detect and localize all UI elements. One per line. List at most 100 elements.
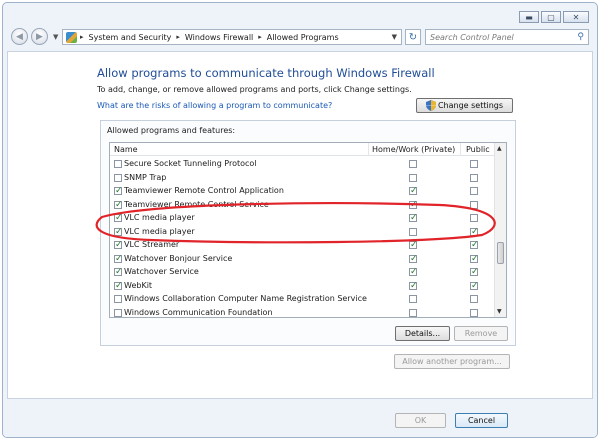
program-name: Watchover Bonjour Service <box>124 253 233 263</box>
public-checkbox[interactable] <box>470 295 478 303</box>
column-header-home-work[interactable]: Home/Work (Private) <box>372 145 455 154</box>
program-enabled-checkbox[interactable] <box>114 226 123 238</box>
home-work-checkbox[interactable] <box>409 160 417 168</box>
public-checkbox[interactable] <box>470 200 478 209</box>
list-scrollbar[interactable]: ▲ ▼ <box>494 143 506 317</box>
program-name: Windows Collaboration Computer Name Regi… <box>124 294 367 303</box>
table-row[interactable]: Teamviewer Remote Control Application <box>110 185 496 199</box>
remove-button[interactable]: Remove <box>454 326 508 341</box>
table-row[interactable]: Watchover Service <box>110 266 496 280</box>
details-button[interactable]: Details... <box>395 326 450 341</box>
column-header-public[interactable]: Public <box>466 145 490 154</box>
program-enabled-checkbox[interactable] <box>114 253 123 265</box>
public-checkbox[interactable] <box>470 280 479 292</box>
main-content: Allow programs to communicate through Wi… <box>7 51 593 399</box>
public-checkbox[interactable] <box>470 214 478 222</box>
back-arrow-icon: ◀ <box>16 31 23 42</box>
breadcrumb-allowed-programs[interactable]: Allowed Programs <box>267 33 339 42</box>
public-checkbox[interactable] <box>470 253 479 265</box>
program-enabled-checkbox[interactable] <box>114 160 122 168</box>
home-work-checkbox[interactable] <box>409 173 417 182</box>
breadcrumb-windows-firewall[interactable]: Windows Firewall <box>185 33 253 42</box>
table-row[interactable]: WebKit <box>110 280 496 294</box>
table-row[interactable]: Windows Communication Foundation <box>110 307 496 318</box>
program-enabled-checkbox[interactable] <box>114 239 123 251</box>
home-work-checkbox[interactable] <box>409 308 417 317</box>
breadcrumb-separator-icon[interactable]: ▸ <box>258 33 262 41</box>
table-row[interactable]: Teamviewer Remote Control Service <box>110 199 496 213</box>
close-button[interactable]: ✕ <box>563 11 589 23</box>
public-checkbox[interactable] <box>470 187 478 195</box>
allowed-programs-list[interactable]: Name Home/Work (Private) Public Secure S… <box>109 142 507 318</box>
home-work-checkbox[interactable] <box>409 199 418 211</box>
forward-button[interactable]: ▶ <box>31 28 48 45</box>
minimize-icon: ▬ <box>525 12 533 22</box>
public-checkbox[interactable] <box>470 173 478 182</box>
program-enabled-checkbox[interactable] <box>114 212 123 224</box>
program-enabled-checkbox[interactable] <box>114 173 122 182</box>
change-settings-label: Change settings <box>437 101 504 110</box>
control-panel-icon <box>66 31 77 43</box>
home-work-checkbox[interactable] <box>409 266 418 278</box>
program-name: VLC Streamer <box>124 240 180 249</box>
uac-shield-icon <box>425 100 436 111</box>
allowed-programs-label: Allowed programs and features: <box>107 126 236 135</box>
program-enabled-checkbox[interactable] <box>114 308 122 317</box>
table-row[interactable]: Windows Collaboration Computer Name Regi… <box>110 293 496 307</box>
home-work-checkbox[interactable] <box>409 280 418 292</box>
program-enabled-checkbox[interactable] <box>114 185 123 197</box>
home-work-checkbox[interactable] <box>409 212 418 224</box>
maximize-button[interactable]: ▢ <box>541 11 561 23</box>
table-row[interactable]: VLC media player <box>110 226 496 240</box>
program-enabled-checkbox[interactable] <box>114 295 122 303</box>
cancel-button[interactable]: Cancel <box>455 413 508 428</box>
page-subtitle: To add, change, or remove allowed progra… <box>97 85 412 94</box>
table-row[interactable]: SNMP Trap <box>110 172 496 186</box>
scroll-up-icon[interactable]: ▲ <box>497 145 502 152</box>
program-enabled-checkbox[interactable] <box>114 266 123 278</box>
minimize-button[interactable]: ▬ <box>519 11 539 23</box>
table-row[interactable]: VLC media player <box>110 212 496 226</box>
public-checkbox[interactable] <box>470 266 479 278</box>
home-work-checkbox[interactable] <box>409 253 418 265</box>
close-icon: ✕ <box>572 12 580 22</box>
scroll-down-icon[interactable]: ▼ <box>497 308 502 315</box>
public-checkbox[interactable] <box>470 239 479 251</box>
back-button[interactable]: ◀ <box>11 28 28 45</box>
public-checkbox[interactable] <box>470 308 478 317</box>
dialog-footer: OK Cancel <box>3 399 597 437</box>
program-enabled-checkbox[interactable] <box>114 280 123 292</box>
navigation-bar: ◀ ▶ ▼ ▸ System and Security ▸ Windows Fi… <box>11 27 589 47</box>
change-settings-button[interactable]: Change settings <box>416 98 513 113</box>
address-bar[interactable]: ▸ System and Security ▸ Windows Firewall… <box>62 29 402 45</box>
address-history-dropdown-icon[interactable]: ▼ <box>392 33 397 41</box>
risks-help-link[interactable]: What are the risks of allowing a program… <box>97 101 332 110</box>
search-input[interactable] <box>430 31 570 43</box>
table-row[interactable]: VLC Streamer <box>110 239 496 253</box>
home-work-checkbox[interactable] <box>409 239 418 251</box>
public-checkbox[interactable] <box>470 226 479 238</box>
ok-button[interactable]: OK <box>395 413 446 428</box>
column-divider <box>368 143 369 156</box>
program-name: WebKit <box>124 280 153 290</box>
column-divider <box>460 143 461 156</box>
scrollbar-thumb[interactable] <box>497 242 504 264</box>
search-box: ⚲ <box>425 29 589 45</box>
public-checkbox[interactable] <box>470 160 478 168</box>
home-work-checkbox[interactable] <box>409 185 418 197</box>
refresh-button[interactable]: ↻ <box>405 29 421 45</box>
breadcrumb-separator-icon[interactable]: ▸ <box>80 33 84 41</box>
program-enabled-checkbox[interactable] <box>114 199 123 211</box>
table-row[interactable]: Watchover Bonjour Service <box>110 253 496 267</box>
column-header-name[interactable]: Name <box>114 145 138 154</box>
table-row[interactable]: Secure Socket Tunneling Protocol <box>110 158 496 172</box>
control-panel-window: ▬ ▢ ✕ ◀ ▶ ▼ ▸ System and Security ▸ Wind… <box>2 2 598 438</box>
program-name: Secure Socket Tunneling Protocol <box>124 159 257 168</box>
breadcrumb-separator-icon[interactable]: ▸ <box>176 33 180 41</box>
recent-pages-dropdown[interactable]: ▼ <box>53 33 58 41</box>
home-work-checkbox[interactable] <box>409 295 417 303</box>
allow-another-program-button[interactable]: Allow another program... <box>394 354 510 369</box>
search-icon[interactable]: ⚲ <box>577 32 584 42</box>
breadcrumb-system-and-security[interactable]: System and Security <box>89 33 172 42</box>
home-work-checkbox[interactable] <box>409 227 417 236</box>
